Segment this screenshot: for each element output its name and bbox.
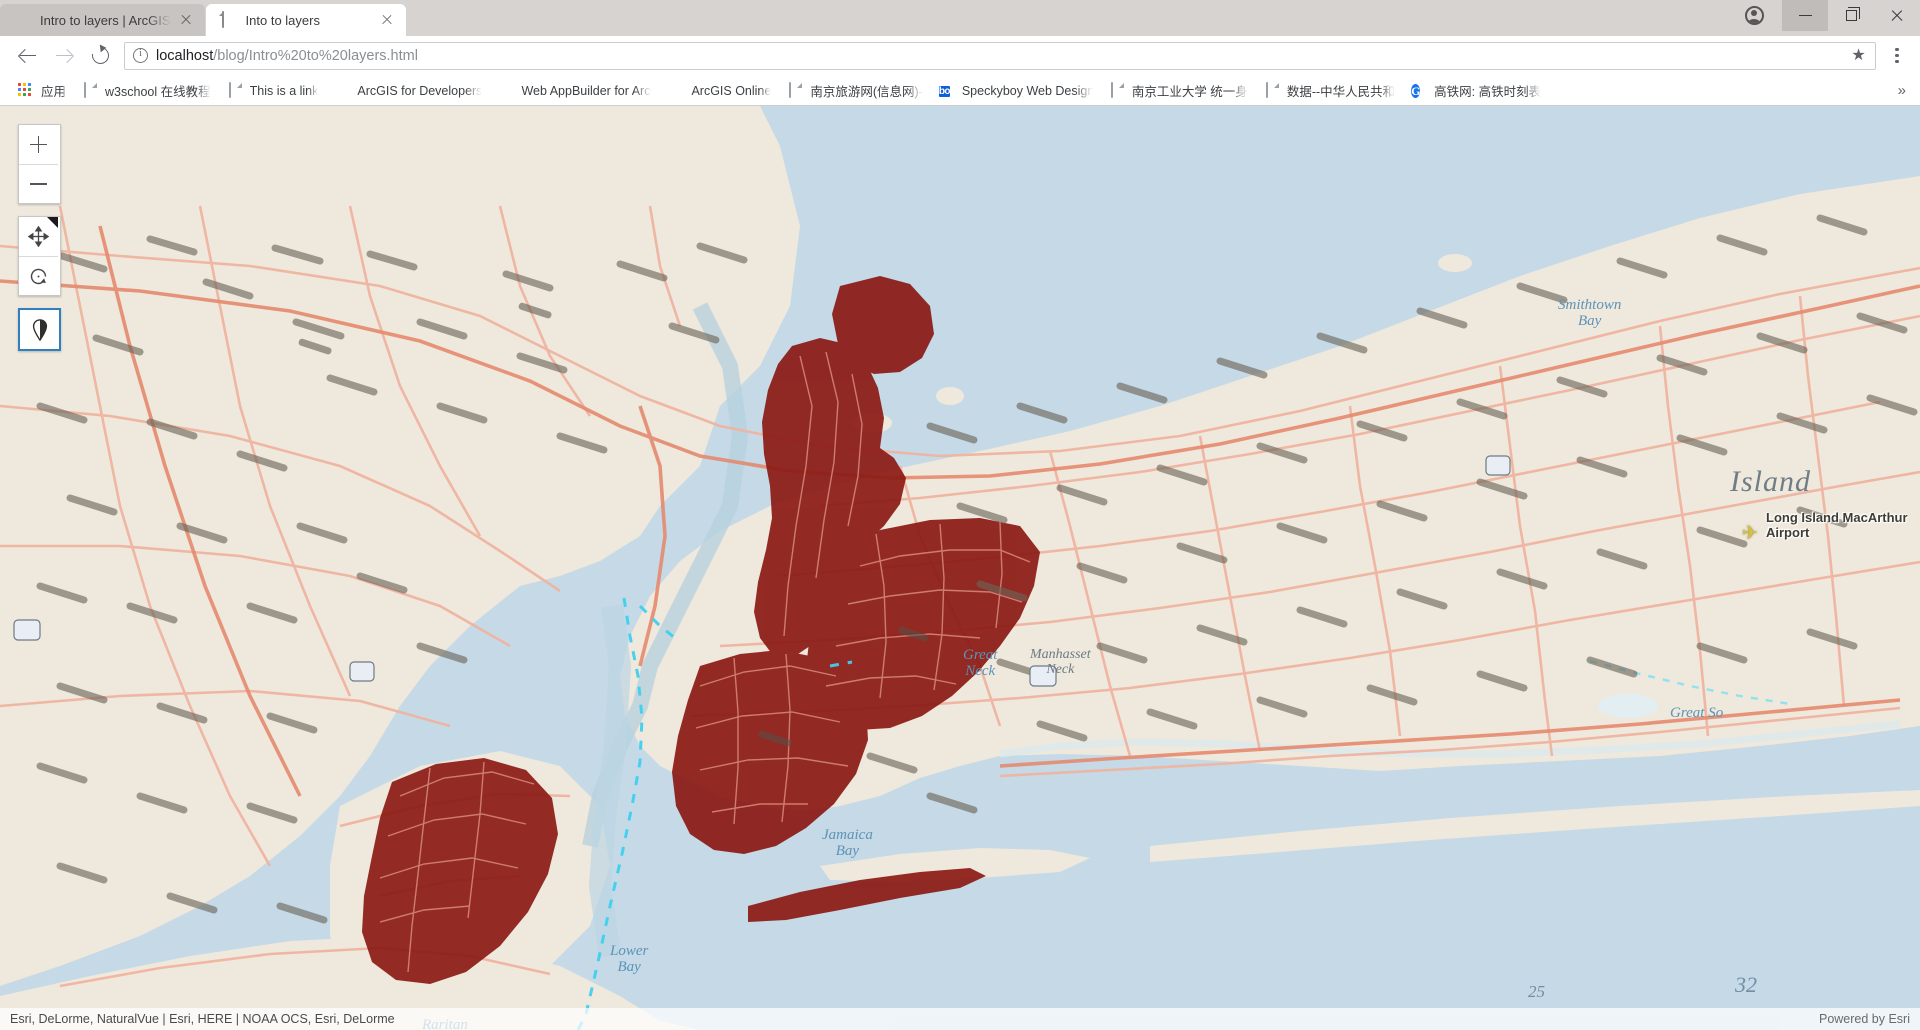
bo-icon: bo xyxy=(938,85,951,97)
back-arrow-icon[interactable] xyxy=(10,38,46,74)
close-icon[interactable] xyxy=(177,11,195,29)
g-icon: G xyxy=(1411,83,1421,98)
tab-into-to-layers[interactable]: Into to layers xyxy=(205,4,406,36)
apps-grid-icon xyxy=(18,82,34,99)
maximize-icon[interactable] xyxy=(1828,0,1874,31)
close-icon[interactable] xyxy=(1874,0,1920,31)
bookmark-label: ArcGIS Online xyxy=(691,83,772,98)
page-icon xyxy=(82,81,98,99)
page-icon xyxy=(1109,81,1125,99)
powered-by-esri: Powered by Esri xyxy=(1818,1012,1910,1026)
globe-icon xyxy=(498,83,514,99)
zoom-in-button[interactable] xyxy=(19,125,58,164)
bookmark-label: 南京工业大学 统一身 xyxy=(1131,85,1248,99)
bookmark-arcgis-online[interactable]: ArcGIS Online xyxy=(660,79,779,103)
rotate-reset-button[interactable] xyxy=(19,256,58,295)
zoom-control-group xyxy=(18,124,61,204)
bookmark-label: 南京旅游网(信息网)- xyxy=(810,85,923,99)
locate-pin-icon xyxy=(32,318,47,341)
url-text: localhost/blog/Intro%20to%20layers.html xyxy=(156,48,418,64)
attribution-text: Esri, DeLorme, NaturalVue | Esri, HERE |… xyxy=(10,1012,395,1026)
url-path: /blog/Intro%20to%20layers.html xyxy=(213,47,418,64)
map-basemap xyxy=(0,106,1920,1030)
bookmark-label: 高铁网: 高铁时刻表 xyxy=(1434,85,1542,99)
map-widget-column xyxy=(18,124,61,351)
rotate-icon xyxy=(30,268,47,284)
dropdown-corner-icon[interactable] xyxy=(47,217,58,228)
bookmark-label: w3school 在线教程 xyxy=(105,85,211,99)
bookmarks-overflow-icon[interactable]: » xyxy=(1890,82,1914,99)
bookmark-label: ArcGIS for Developers xyxy=(357,83,483,98)
locate-group xyxy=(18,308,61,351)
document-icon xyxy=(220,10,237,29)
reload-icon[interactable] xyxy=(82,38,118,74)
minimize-icon[interactable] xyxy=(1782,0,1828,31)
map-canvas[interactable]: Smithtown Bay Great Neck Manhasset Neck … xyxy=(0,106,1920,1030)
locate-button[interactable] xyxy=(20,310,59,349)
bookmark-label: This is a link xyxy=(249,83,319,98)
bookmark-data-gov[interactable]: 数据--中华人民共和 xyxy=(1256,79,1403,103)
bookmark-label: 应用 xyxy=(41,85,67,99)
page-icon xyxy=(227,81,243,99)
bookmark-label: Speckyboy Web Design xyxy=(961,83,1093,98)
three-dot-menu-icon[interactable] xyxy=(1884,40,1910,72)
close-icon[interactable] xyxy=(378,11,396,29)
bookmark-gaotie[interactable]: G 高铁网: 高铁时刻表 xyxy=(1403,79,1549,103)
tab-title: Intro to layers | ArcGIS xyxy=(40,12,171,28)
profile-avatar-icon[interactable] xyxy=(1726,0,1782,31)
bookmark-njtech[interactable]: 南京工业大学 统一身 xyxy=(1101,79,1256,103)
bookmark-label: 数据--中华人民共和 xyxy=(1286,85,1396,99)
bookmark-this-is-a-link[interactable]: This is a link xyxy=(219,79,327,103)
tab-title: Into to layers xyxy=(245,12,320,28)
move-arrows-icon xyxy=(28,226,49,247)
forward-arrow-icon xyxy=(46,38,82,74)
map-attribution-bar: Esri, DeLorme, NaturalVue | Esri, HERE |… xyxy=(0,1008,1920,1030)
globe-icon xyxy=(14,12,31,29)
info-circle-icon[interactable] xyxy=(133,47,148,63)
browser-toolbar: localhost/blog/Intro%20to%20layers.html … xyxy=(0,36,1920,76)
page-icon xyxy=(787,81,803,99)
url-host: localhost xyxy=(156,47,214,64)
bookmark-w3school[interactable]: w3school 在线教程 xyxy=(74,79,219,103)
pan-button[interactable] xyxy=(19,217,58,256)
bookmark-web-appbuilder[interactable]: Web AppBuilder for ArcGIS xyxy=(490,79,660,103)
globe-icon xyxy=(334,83,350,99)
window-controls xyxy=(1726,0,1920,36)
page-icon xyxy=(1264,81,1280,99)
address-bar[interactable]: localhost/blog/Intro%20to%20layers.html … xyxy=(124,41,1876,70)
bookmark-nanjing-travel[interactable]: 南京旅游网(信息网)- xyxy=(779,79,931,103)
bookmark-speckyboy[interactable]: bo Speckyboy Web Design xyxy=(931,79,1101,103)
pan-rotate-group xyxy=(18,216,61,296)
bookmarks-bar: 应用 w3school 在线教程 This is a link ArcGIS f… xyxy=(0,76,1920,106)
bookmark-label: Web AppBuilder for ArcGIS xyxy=(521,83,652,98)
bookmark-star-icon[interactable]: ★ xyxy=(1850,47,1867,64)
tab-intro-to-layers-arcgis[interactable]: Intro to layers | ArcGIS xyxy=(0,4,205,36)
bookmark-arcgis-for-developers[interactable]: ArcGIS for Developers xyxy=(326,79,490,103)
globe-icon xyxy=(668,83,684,99)
zoom-out-button[interactable] xyxy=(19,164,58,203)
tab-strip: Intro to layers | ArcGIS Into to layers xyxy=(0,0,1920,36)
browser-window: Intro to layers | ArcGIS Into to layers … xyxy=(0,0,1920,1030)
bookmark-apps[interactable]: 应用 xyxy=(10,79,74,103)
